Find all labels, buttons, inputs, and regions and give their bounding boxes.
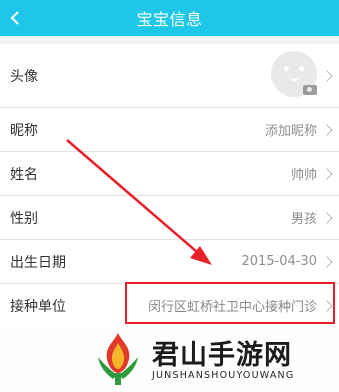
watermark-title: 君山手游网	[152, 340, 292, 371]
watermark: 君山手游网 JUNSHANSHOUYOUWANG	[0, 327, 339, 392]
annotation-highlight-box	[125, 282, 335, 324]
baby-info-screen: 宝宝信息 头像 昵称 添加昵称 姓名 帅帅 性别 男孩 出生日期 2015-04…	[0, 0, 339, 392]
watermark-subtitle: JUNSHANSHOUYOUWANG	[152, 370, 295, 381]
flame-logo-icon	[98, 333, 138, 385]
